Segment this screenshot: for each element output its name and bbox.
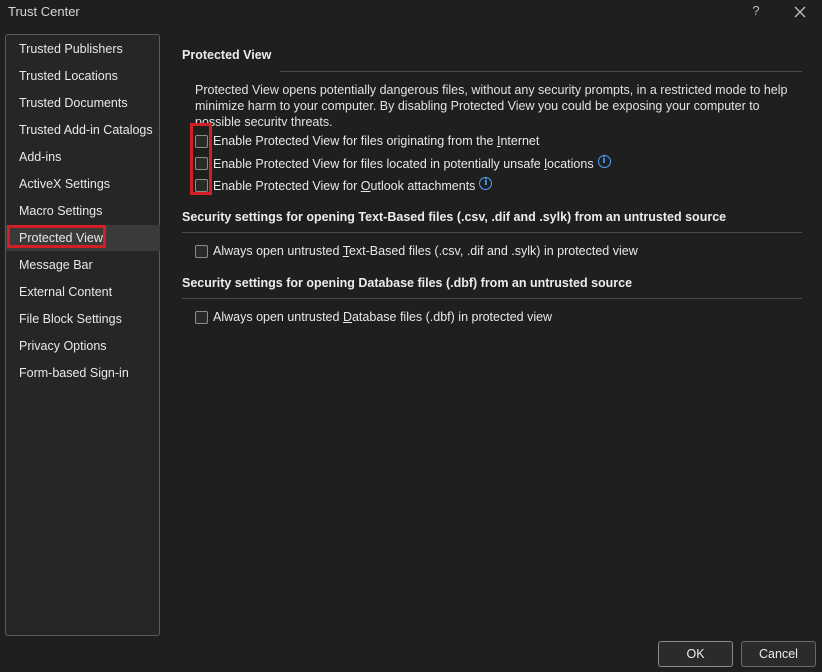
label-unsafe-locations[interactable]: Enable Protected View for files located … bbox=[213, 155, 611, 172]
sidebar-item-macro-settings[interactable]: Macro Settings bbox=[6, 199, 160, 223]
sidebar-item-trusted-documents[interactable]: Trusted Documents bbox=[6, 91, 160, 115]
protected-view-heading: Protected View bbox=[182, 48, 272, 62]
sidebar-item-trusted-locations[interactable]: Trusted Locations bbox=[6, 64, 160, 88]
label-internet-files[interactable]: Enable Protected View for files originat… bbox=[213, 133, 539, 149]
sidebar-item-trusted-addin-catalogs[interactable]: Trusted Add-in Catalogs bbox=[6, 118, 160, 142]
sidebar-item-addins[interactable]: Add-ins bbox=[6, 145, 160, 169]
sidebar-item-message-bar[interactable]: Message Bar bbox=[6, 253, 160, 277]
trust-center-dialog: Trust Center ? Trusted Publishers Truste… bbox=[0, 0, 822, 672]
section-divider bbox=[280, 71, 802, 72]
checkbox-outlook-attachments[interactable] bbox=[195, 179, 208, 192]
checkbox-database-files[interactable] bbox=[195, 311, 208, 324]
ok-button[interactable]: OK bbox=[658, 641, 733, 667]
text-based-heading: Security settings for opening Text-Based… bbox=[182, 210, 727, 224]
sidebar-item-trusted-publishers[interactable]: Trusted Publishers bbox=[6, 37, 160, 61]
checkbox-text-based-files[interactable] bbox=[195, 245, 208, 258]
database-heading: Security settings for opening Database f… bbox=[182, 276, 633, 290]
sidebar-item-external-content[interactable]: External Content bbox=[6, 280, 160, 304]
checkbox-unsafe-locations[interactable] bbox=[195, 157, 208, 170]
label-database-files[interactable]: Always open untrusted Database files (.d… bbox=[213, 309, 552, 325]
close-icon[interactable] bbox=[790, 2, 810, 22]
checkbox-internet-files[interactable] bbox=[195, 135, 208, 148]
info-icon[interactable]: i bbox=[479, 177, 493, 190]
sidebar-item-activex-settings[interactable]: ActiveX Settings bbox=[6, 172, 160, 196]
section-divider bbox=[182, 232, 802, 233]
cancel-button[interactable]: Cancel bbox=[741, 641, 816, 667]
window-title: Trust Center bbox=[8, 4, 80, 19]
sidebar-item-file-block-settings[interactable]: File Block Settings bbox=[6, 307, 160, 331]
sidebar-item-protected-view[interactable]: Protected View bbox=[6, 225, 160, 251]
title-bar: Trust Center ? bbox=[0, 0, 822, 24]
label-text-based-files[interactable]: Always open untrusted Text-Based files (… bbox=[213, 243, 638, 259]
sidebar-item-form-based-signin[interactable]: Form-based Sign-in bbox=[6, 361, 160, 385]
protected-view-description: Protected View opens potentially dangero… bbox=[195, 83, 788, 126]
help-button[interactable]: ? bbox=[748, 2, 764, 20]
section-divider bbox=[182, 298, 802, 299]
sidebar-nav: Trusted Publishers Trusted Locations Tru… bbox=[5, 34, 160, 636]
sidebar-item-privacy-options[interactable]: Privacy Options bbox=[6, 334, 160, 358]
label-outlook-attachments[interactable]: Enable Protected View for Outlook attach… bbox=[213, 177, 493, 194]
info-icon[interactable]: i bbox=[597, 155, 611, 168]
